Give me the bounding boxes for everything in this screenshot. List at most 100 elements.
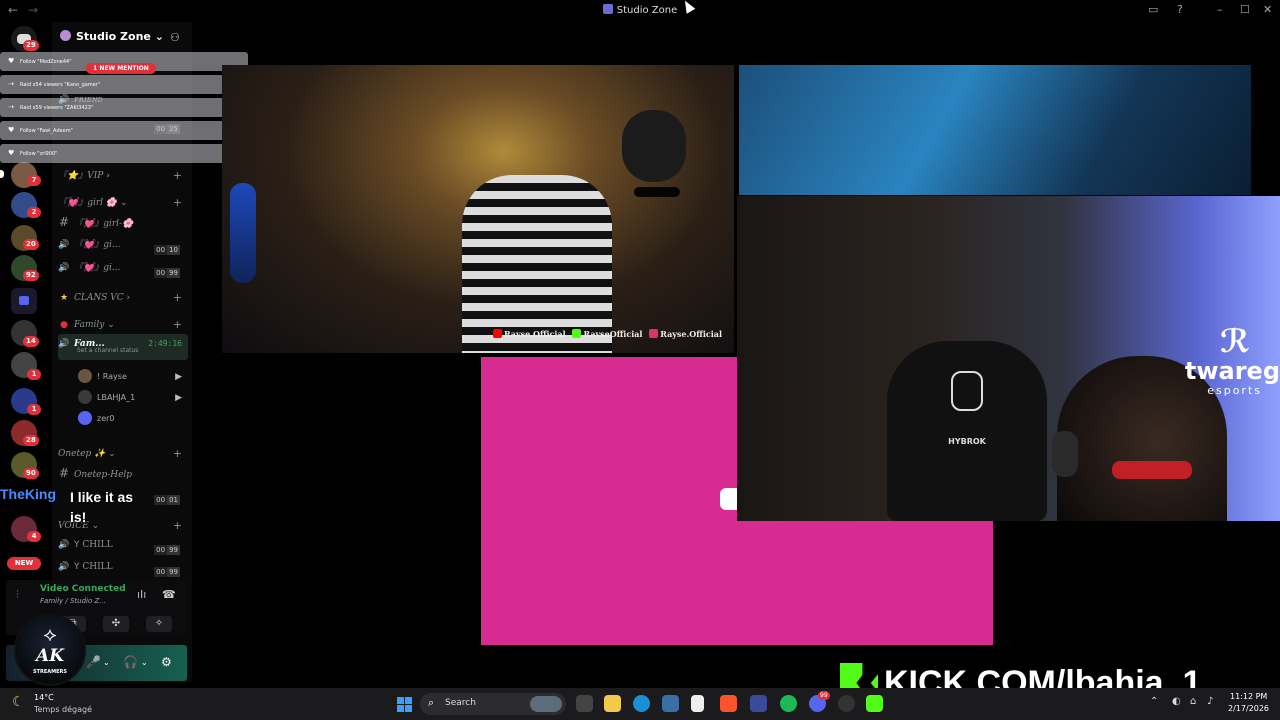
- title-bar: ← → Studio Zone ▭ ? – ☐ ✕: [0, 0, 1280, 22]
- avatar: [78, 390, 92, 404]
- server-icon: [602, 4, 613, 14]
- speaker-icon: 🔊: [58, 263, 70, 273]
- ak-streamers-logo: ⟡ AK STREAMERS: [14, 614, 86, 686]
- task-view-icon[interactable]: [576, 695, 593, 712]
- person-head: [622, 110, 686, 182]
- unread-badge: 29: [23, 40, 39, 51]
- channel-girl-voice-2[interactable]: 🔊 『💓』gi... 00 99: [58, 258, 188, 278]
- category-family[interactable]: ● Family ⌄ +: [58, 315, 188, 335]
- store-icon[interactable]: [662, 695, 679, 712]
- microphone-icon[interactable]: 🎤: [86, 655, 101, 669]
- add-channel-icon[interactable]: +: [173, 193, 182, 213]
- raid-icon: ⇢: [8, 80, 14, 88]
- category-vip[interactable]: 『⭐』VIP › +: [58, 166, 188, 186]
- channel-onetep-help[interactable]: # Onetep-Help: [58, 463, 188, 483]
- heart-icon: ♥: [8, 149, 15, 157]
- spotify-icon[interactable]: [780, 695, 797, 712]
- kick-app-icon[interactable]: [866, 695, 883, 712]
- network-icon[interactable]: ⌂: [1190, 696, 1196, 707]
- heart-icon: ♥: [8, 57, 15, 65]
- video-tile-lbahja[interactable]: HYBROK ℛ twareg esports: [737, 196, 1280, 521]
- instagram-icon: [649, 329, 659, 338]
- add-channel-icon[interactable]: +: [173, 315, 182, 335]
- tray-chevron-icon[interactable]: ⌃: [1150, 696, 1158, 707]
- file-explorer-icon[interactable]: [604, 695, 621, 712]
- red-glasses: [1112, 461, 1192, 479]
- settings-gear-icon[interactable]: ⚙: [161, 655, 172, 669]
- signal-icon[interactable]: ⫶: [16, 588, 19, 602]
- category-girl[interactable]: 『💓』girl 🌸 ⌄ +: [58, 193, 188, 213]
- video-tile-blue[interactable]: [739, 65, 1251, 195]
- taskbar-search[interactable]: ⌕ Search: [420, 693, 566, 715]
- soundboard-button[interactable]: ✧: [146, 616, 172, 632]
- edge-icon[interactable]: [633, 695, 650, 712]
- speaker-icon: 🔊: [58, 540, 70, 550]
- voice-member[interactable]: ! Rayse ▶: [78, 367, 188, 387]
- server-name[interactable]: Studio Zone ⌄: [60, 30, 164, 43]
- youtube-icon: [492, 329, 502, 338]
- category-onetep[interactable]: Onetep ✨ ⌄ +: [58, 444, 188, 464]
- obs-icon[interactable]: [838, 695, 855, 712]
- maximize-button[interactable]: ☐: [1240, 3, 1250, 16]
- notepad-icon[interactable]: [691, 695, 704, 712]
- moon-weather-icon[interactable]: ☾: [12, 694, 25, 710]
- inbox-icon[interactable]: ▭: [1148, 3, 1158, 16]
- folder-icon[interactable]: [11, 288, 37, 314]
- star-icon: ★: [59, 293, 69, 303]
- channel-girl-text[interactable]: # 『💓』girl-🌸: [58, 212, 188, 232]
- invite-icon[interactable]: ⚇: [170, 31, 180, 44]
- windows-start-icon[interactable]: [397, 697, 412, 712]
- brave-icon[interactable]: [720, 695, 737, 712]
- weather-temperature[interactable]: 14°C: [34, 693, 54, 702]
- chat-username: TheKing: [0, 486, 56, 502]
- search-highlight-icon: [530, 696, 562, 712]
- camera-icon: ▶: [175, 393, 182, 403]
- add-channel-icon[interactable]: +: [173, 444, 182, 464]
- voice-status[interactable]: Video Connected: [40, 584, 126, 594]
- disconnect-icon[interactable]: ☎: [162, 588, 176, 601]
- activities-button[interactable]: ✣: [103, 616, 129, 632]
- channel-chill-2[interactable]: 🔊 Y CHILL 00 99: [58, 557, 188, 577]
- help-icon[interactable]: ?: [1177, 3, 1183, 16]
- taskbar-date[interactable]: 2/17/2026: [1228, 704, 1269, 713]
- new-mention-badge[interactable]: 1 NEW MENTION: [86, 63, 156, 74]
- minimize-button[interactable]: –: [1217, 3, 1223, 16]
- add-channel-icon[interactable]: +: [173, 166, 182, 186]
- channel-chill-1[interactable]: 🔊 Y CHILL 00 99: [58, 535, 188, 555]
- voice-member[interactable]: zer0: [78, 409, 188, 429]
- tray-app-icon[interactable]: ◐: [1172, 696, 1181, 707]
- weather-description[interactable]: Temps dégagé: [34, 705, 92, 714]
- unread-badge: 7: [27, 175, 41, 186]
- noise-suppression-icon[interactable]: ıIı: [137, 588, 146, 601]
- unread-pill: [0, 170, 4, 178]
- voice-member[interactable]: LBAHJA_1 ▶: [78, 388, 188, 408]
- sunglasses: [634, 187, 680, 197]
- channel-family-voice[interactable]: 🔊 Fam... 2:49:16 Set a channel status: [58, 334, 188, 360]
- category-clans[interactable]: ★ CLANS VC › +: [58, 288, 188, 308]
- volume-icon[interactable]: ♪: [1207, 696, 1213, 707]
- headset-icon: [1052, 431, 1078, 477]
- close-button[interactable]: ✕: [1263, 3, 1272, 16]
- new-servers-pill[interactable]: NEW: [7, 557, 41, 570]
- discord-notification-badge: 99: [818, 691, 830, 700]
- cocktail-icon: Y: [74, 540, 80, 550]
- unread-badge: 1: [27, 404, 41, 415]
- video-tile-rayse[interactable]: Rayse.Official RayseOfficial Rayse.Offic…: [222, 65, 734, 353]
- avatar: [78, 411, 92, 425]
- add-channel-icon[interactable]: +: [173, 288, 182, 308]
- voice-location[interactable]: Family / Studio Z...: [40, 597, 106, 605]
- unread-badge: 92: [23, 270, 39, 281]
- chevron-down-icon[interactable]: ⌄: [103, 658, 110, 667]
- monitor-app-icon[interactable]: [750, 695, 767, 712]
- chevron-down-icon[interactable]: ⌄: [141, 658, 148, 667]
- channel-girl-voice-1[interactable]: 🔊 『💓』gi... 00 10: [58, 235, 188, 255]
- twareg-mark-icon: ℛ: [1219, 322, 1250, 360]
- taskbar-time[interactable]: 11:12 PM: [1230, 692, 1267, 701]
- unread-badge: 2: [27, 207, 41, 218]
- raid-icon: ⇢: [8, 103, 14, 111]
- set-channel-status[interactable]: Set a channel status: [77, 346, 138, 356]
- unread-badge: 20: [23, 239, 39, 250]
- speaker-icon: 🔊: [58, 562, 70, 572]
- add-channel-icon[interactable]: +: [173, 516, 182, 536]
- headphones-icon[interactable]: 🎧: [123, 655, 138, 669]
